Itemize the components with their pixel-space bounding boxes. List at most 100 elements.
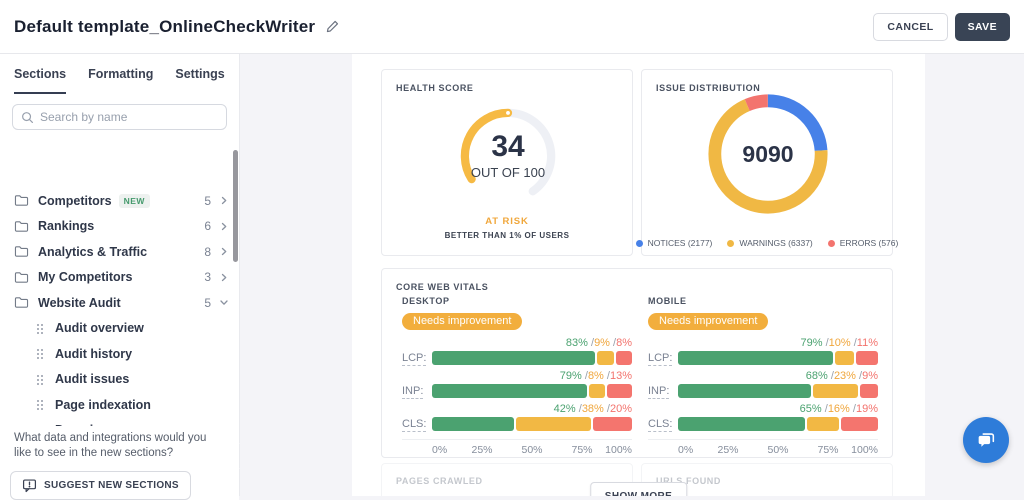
section-count: 5 xyxy=(204,296,211,310)
cwv-stacked-bar xyxy=(678,351,878,365)
sidebar-subitem-audit-history[interactable]: Audit history xyxy=(0,341,240,367)
cancel-button[interactable]: CANCEL xyxy=(873,13,947,41)
tab-settings[interactable]: Settings xyxy=(175,67,224,94)
bar-segment-good xyxy=(432,351,595,365)
cwv-metric-label: LCP: xyxy=(402,337,432,365)
pages-crawled-title: PAGES CRAWLED xyxy=(396,476,483,486)
cwv-metric-label: INP: xyxy=(402,370,432,398)
search-input[interactable] xyxy=(40,110,218,124)
health-score-title: HEALTH SCORE xyxy=(396,83,474,93)
needs-improvement-badge: Needs improvement xyxy=(648,313,768,330)
sidebar-subitem-page-indexation[interactable]: Page indexation xyxy=(0,392,240,418)
folder-icon xyxy=(14,296,29,309)
drag-handle-icon[interactable] xyxy=(36,399,43,410)
section-count: 5 xyxy=(204,194,211,208)
metric-name: INP: xyxy=(402,385,423,399)
value-poor: 19% xyxy=(856,403,878,415)
cwv-metric-row-inp: INP: 79% /8% /13% xyxy=(402,370,632,398)
subitem-label: Audit issues xyxy=(55,372,129,386)
sidebar-item-label: Competitors xyxy=(38,194,112,208)
axis-tick: 50% xyxy=(521,444,542,456)
cwv-platform-label: DESKTOP xyxy=(402,296,632,306)
folder-icon xyxy=(14,194,29,207)
legend-label: ERRORS (576) xyxy=(840,238,899,248)
issue-distribution-card: ISSUE DISTRIBUTION 9090 NOTICES (2177)WA… xyxy=(641,69,893,256)
footer-prompt: What data and integrations would you lik… xyxy=(14,431,225,461)
cwv-metric-row-cls: CLS:65% /16% /19% xyxy=(648,403,878,431)
value-poor: 20% xyxy=(610,403,632,415)
show-more-button[interactable]: SHOW MORE xyxy=(590,482,688,496)
sidebar-footer: What data and integrations would you lik… xyxy=(0,426,239,500)
sidebar-item-my-competitors[interactable]: My Competitors3 xyxy=(0,265,240,291)
save-button[interactable]: SAVE xyxy=(955,13,1010,41)
cwv-metric-row-inp: INP:68% /23% /9% xyxy=(648,370,878,398)
cwv-stacked-bar xyxy=(678,384,878,398)
axis-tick: 50% xyxy=(767,444,788,456)
report-page: HEALTH SCORE 34 OUT OF 100 AT RISK BETTE… xyxy=(352,54,925,496)
subitem-label: Page indexation xyxy=(55,398,151,412)
sidebar-tabs: Sections Formatting Settings xyxy=(0,54,239,94)
value-needs-improvement: 8% xyxy=(588,370,604,382)
cwv-values: 79% /10% /11% xyxy=(678,337,878,350)
sidebar-item-competitors[interactable]: CompetitorsNEW5 xyxy=(0,188,240,214)
drag-handle-icon[interactable] xyxy=(36,374,43,385)
cwv-bar-wrap: 79% /8% /13% xyxy=(432,370,632,398)
bar-segment-needs-improvement xyxy=(807,417,838,431)
edit-pencil-icon[interactable] xyxy=(325,19,340,34)
cwv-desktop-column: DESKTOPNeeds improvementLCP:83% /9% /8%I… xyxy=(402,296,632,457)
core-web-vitals-title: CORE WEB VITALS xyxy=(396,282,488,292)
value-good: 79% xyxy=(800,337,822,349)
search-box[interactable] xyxy=(12,104,227,130)
chevron-right-icon xyxy=(220,247,228,256)
value-needs-improvement: 10% xyxy=(829,337,851,349)
report-preview-area: HEALTH SCORE 34 OUT OF 100 AT RISK BETTE… xyxy=(240,54,1024,496)
bar-segment-needs-improvement xyxy=(835,351,855,365)
cwv-mobile-column: MOBILE Needs improvement LCP:79% /10% /11%… xyxy=(648,296,878,457)
bar-segment-good xyxy=(678,351,833,365)
axis-tick: 75% xyxy=(571,444,592,456)
sidebar-scrollbar[interactable] xyxy=(233,150,238,262)
tab-formatting[interactable]: Formatting xyxy=(88,67,153,94)
chat-launcher-button[interactable] xyxy=(963,417,1009,463)
feedback-bubble-icon xyxy=(22,478,37,493)
sidebar-item-analytics-traffic[interactable]: Analytics & Traffic8 xyxy=(0,239,240,265)
sidebar-subitem-audit-overview[interactable]: Audit overview xyxy=(0,316,240,342)
value-poor: 11% xyxy=(857,337,878,349)
page-title: Default template_OnlineCheckWriter xyxy=(14,17,315,37)
axis-tick: 0% xyxy=(432,444,447,456)
cwv-values: 68% /23% /9% xyxy=(678,370,878,383)
sidebar-subitem-audit-issues[interactable]: Audit issues xyxy=(0,367,240,393)
cwv-stacked-bar xyxy=(432,351,632,365)
subitem-label: Audit overview xyxy=(55,321,144,335)
drag-handle-icon[interactable] xyxy=(36,323,43,334)
issue-total-value: 9090 xyxy=(742,141,793,168)
cwv-platform-label: MOBILE xyxy=(648,296,878,306)
drag-handle-icon[interactable] xyxy=(36,348,43,359)
legend-item-warnings: WARNINGS (6337) xyxy=(727,238,812,248)
cwv-metric-label: CLS: xyxy=(402,403,432,431)
tab-sections[interactable]: Sections xyxy=(14,67,66,94)
axis-tick: 100% xyxy=(605,444,632,456)
sidebar-item-website-audit[interactable]: Website Audit5 xyxy=(0,290,240,316)
chevron-right-icon xyxy=(220,273,228,282)
axis-tick: 25% xyxy=(717,444,738,456)
bar-segment-needs-improvement xyxy=(597,351,615,365)
bar-segment-good xyxy=(678,417,805,431)
bar-segment-poor xyxy=(841,417,878,431)
bar-segment-needs-improvement xyxy=(516,417,590,431)
legend-item-notices: NOTICES (2177) xyxy=(636,238,713,248)
bar-segment-poor xyxy=(856,351,878,365)
value-poor: 8% xyxy=(616,337,632,349)
value-needs-improvement: 23% xyxy=(834,370,856,382)
cwv-bar-wrap: 42% /38% /20% xyxy=(432,403,632,431)
core-web-vitals-card: CORE WEB VITALS DESKTOPNeeds improvement… xyxy=(381,268,893,458)
bar-segment-good xyxy=(432,384,587,398)
bar-segment-needs-improvement xyxy=(589,384,605,398)
cwv-metric-row-lcp: LCP:83% /9% /8% xyxy=(402,337,632,365)
sidebar-item-rankings[interactable]: Rankings6 xyxy=(0,214,240,240)
folder-icon xyxy=(14,220,29,233)
cwv-metric-label: LCP: xyxy=(648,337,678,365)
cwv-values: 79% /8% /13% xyxy=(432,370,632,383)
chat-bubble-icon xyxy=(975,429,997,451)
legend-item-errors: ERRORS (576) xyxy=(828,238,899,248)
